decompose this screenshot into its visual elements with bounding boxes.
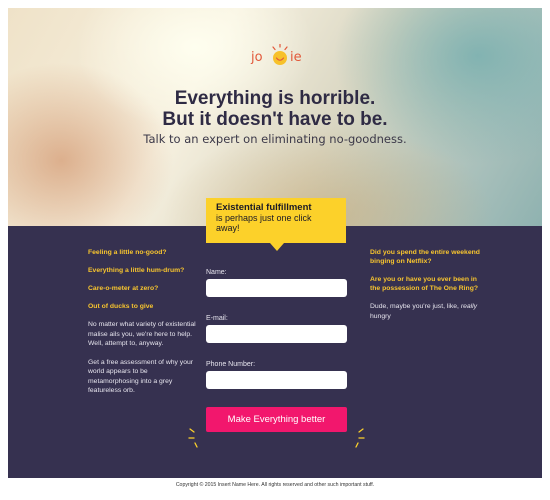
hungry-note-prefix: Dude, maybe you're just, like, (370, 303, 459, 310)
phone-label: Phone Number: (206, 361, 256, 368)
callout-arrow (270, 243, 284, 251)
name-label: Name: (206, 269, 227, 276)
question-item: Did you spend the entire weekend binging… (370, 249, 480, 265)
hero-section: jo ie Everything is horrible. But it doe… (8, 8, 542, 226)
smiling-sun-icon (272, 44, 288, 65)
question-item: Everything a little hum-drum? (88, 267, 185, 274)
intro-paragraph: No matter what variety of existential ma… (88, 321, 196, 347)
name-field[interactable] (206, 279, 347, 297)
callout-body: is perhaps just one click away! (216, 213, 312, 233)
question-item: Are you or have you ever been in the pos… (370, 276, 479, 292)
hero-headline: Everything is horrible. But it doesn't h… (8, 88, 542, 130)
logo-text-right: ie (290, 50, 302, 65)
email-label: E-mail: (206, 315, 228, 322)
submit-button[interactable]: Make Everything better (206, 407, 347, 432)
right-sparkle-icon (355, 428, 365, 448)
footer: Copyright © 2015 Insert Name Here. All r… (8, 478, 542, 492)
fulfillment-callout: Existential fulfillment is perhaps just … (206, 198, 346, 243)
hungry-note: Dude, maybe you're just, like, really hu… (370, 302, 480, 321)
email-field[interactable] (206, 325, 347, 343)
question-item: Care-o-meter at zero? (88, 285, 159, 292)
left-sparkle-icon (188, 428, 198, 448)
hero-subhead: Talk to an expert on eliminating no-good… (143, 132, 407, 146)
question-item: Out of ducks to give (88, 303, 154, 310)
hungry-note-suffix: hungry (370, 312, 391, 320)
left-column: Feeling a little no-good? Everything a l… (88, 248, 196, 405)
logo-text-left: jo (251, 50, 263, 65)
hungry-note-emphasis: really (460, 303, 478, 310)
headline-line-2: But it doesn't have to be. (162, 109, 388, 130)
callout-title: Existential fulfillment (216, 202, 312, 213)
headline-line-1: Everything is horrible. (174, 88, 376, 109)
copyright-text: Copyright © 2015 Insert Name Here. All r… (175, 482, 375, 488)
question-item: Feeling a little no-good? (88, 249, 167, 256)
logo[interactable]: jo ie (248, 38, 308, 72)
assessment-paragraph: Get a free assessment of why your world … (88, 358, 194, 395)
landing-page: jo ie Everything is horrible. But it doe… (8, 8, 542, 492)
right-column: Did you spend the entire weekend binging… (370, 248, 480, 330)
phone-field[interactable] (206, 371, 347, 389)
